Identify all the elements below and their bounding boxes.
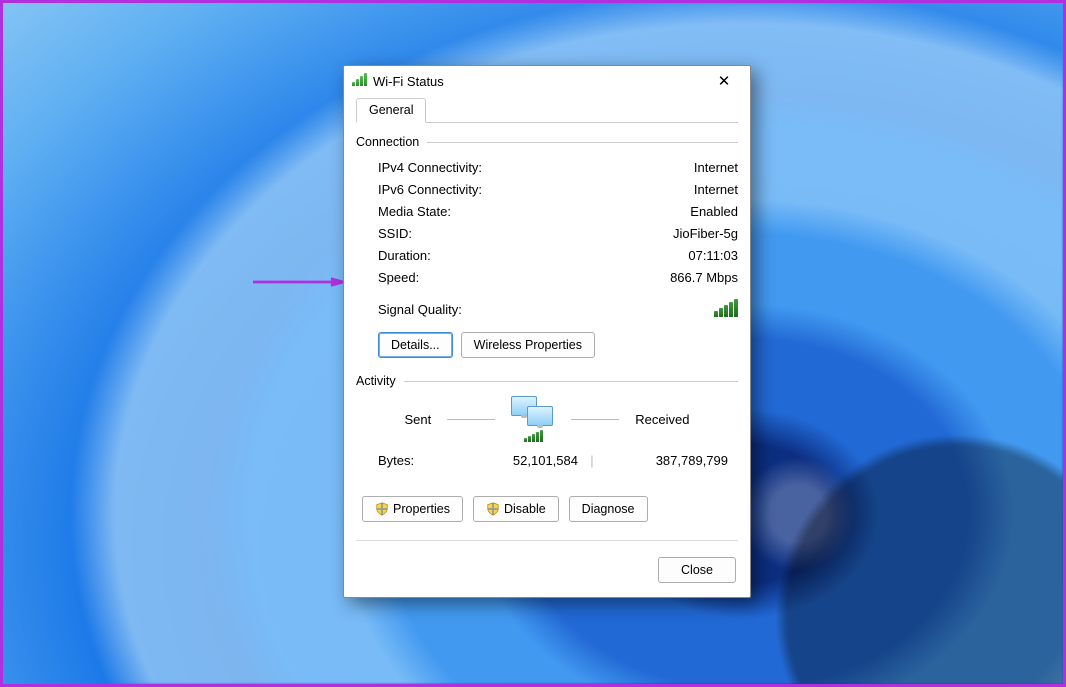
activity-graphic-row: Sent Received [356,396,738,442]
desktop-wallpaper: Wi-Fi Status ✕ General Connection IPv4 C… [0,0,1066,687]
tab-general[interactable]: General [356,98,426,123]
media-label: Media State: [378,201,451,223]
ssid-label: SSID: [378,223,412,245]
disable-button[interactable]: Disable [473,496,559,522]
disable-label: Disable [504,502,546,516]
ipv6-label: IPv6 Connectivity: [378,179,482,201]
bytes-separator: | [578,450,606,472]
properties-button[interactable]: Properties [362,496,463,522]
bytes-row: Bytes: 52,101,584 | 387,789,799 [356,450,738,472]
duration-label: Duration: [378,245,431,267]
connection-group-label: Connection [356,135,419,149]
diagnose-button[interactable]: Diagnose [569,496,648,522]
media-value: Enabled [690,201,738,223]
signal-quality-label: Signal Quality: [378,302,462,317]
close-icon[interactable]: ✕ [704,68,744,94]
connection-fields: IPv4 Connectivity: Internet IPv6 Connecti… [356,157,738,320]
shield-icon [375,502,389,516]
duration-value: 07:11:03 [688,245,738,267]
divider [427,142,738,143]
signal-icon [524,430,543,442]
shield-icon [486,502,500,516]
sent-label: Sent [405,412,432,427]
close-button[interactable]: Close [658,557,736,583]
details-button[interactable]: Details... [378,332,453,358]
ssid-value: JioFiber-5g [673,223,738,245]
activity-group-label: Activity [356,374,396,388]
ipv4-label: IPv4 Connectivity: [378,157,482,179]
annotation-arrow [253,275,348,285]
signal-quality-icon [714,299,738,320]
wifi-status-dialog: Wi-Fi Status ✕ General Connection IPv4 C… [343,65,751,598]
bytes-received: 387,789,799 [606,450,738,472]
dialog-title: Wi-Fi Status [373,74,704,89]
speed-label: Speed: [378,267,419,289]
tab-strip: General [356,98,738,123]
wireless-properties-button[interactable]: Wireless Properties [461,332,595,358]
network-computers-icon [511,396,555,430]
received-label: Received [635,412,689,427]
divider [404,381,738,382]
ipv4-value: Internet [694,157,738,179]
connection-group-title: Connection [356,135,738,149]
speed-value: 866.7 Mbps [670,267,738,289]
ipv6-value: Internet [694,179,738,201]
properties-label: Properties [393,502,450,516]
bytes-label: Bytes: [378,450,468,472]
activity-group-title: Activity [356,374,738,388]
divider [356,540,738,541]
bytes-sent: 52,101,584 [468,450,578,472]
divider [447,419,495,420]
dialog-titlebar[interactable]: Wi-Fi Status ✕ [344,66,750,96]
divider [571,419,619,420]
wifi-icon [352,73,367,89]
